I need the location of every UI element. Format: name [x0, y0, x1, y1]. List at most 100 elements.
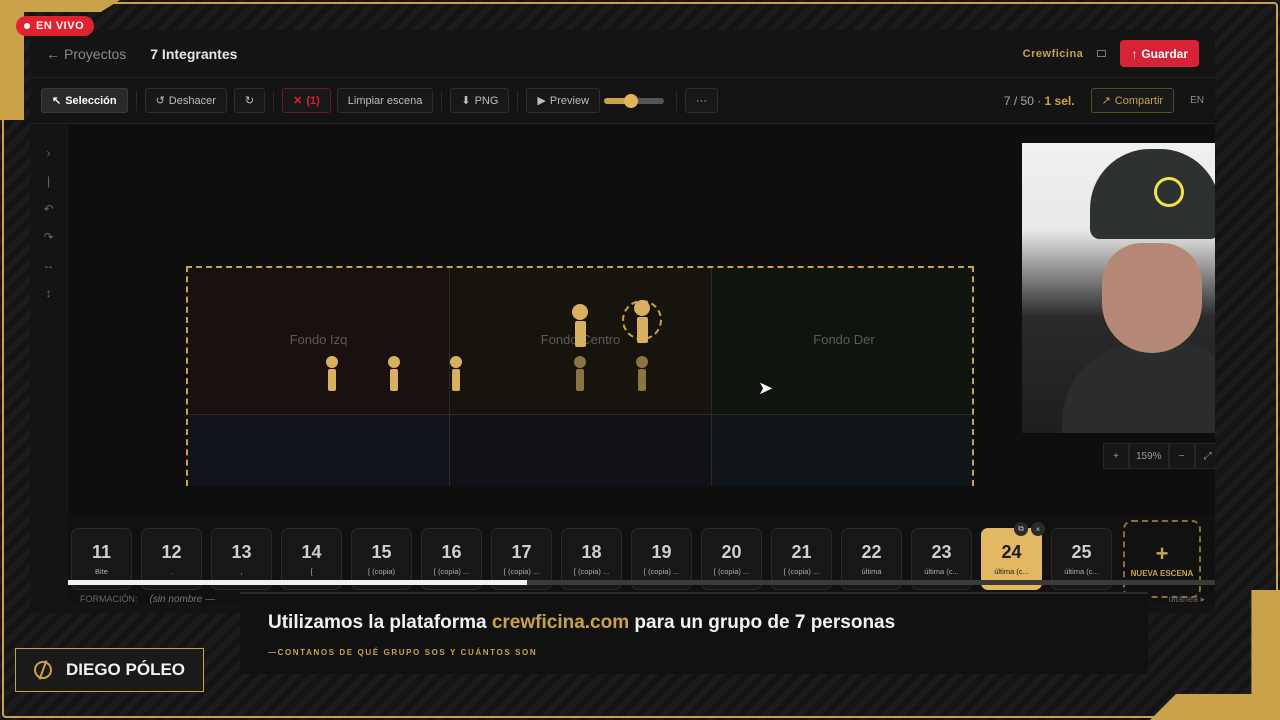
- zone-label: Fondo Izq: [289, 332, 348, 347]
- export-png-button[interactable]: ⬇ PNG: [450, 88, 510, 113]
- counter-text: 7 / 50 ·: [1003, 93, 1045, 108]
- scene-number: 17: [511, 542, 532, 562]
- formation-right-text: ultánea ▸: [1168, 593, 1205, 604]
- performer-marker[interactable]: [326, 356, 338, 391]
- close-icon: ✕: [293, 95, 303, 107]
- plus-icon: +: [1155, 540, 1169, 566]
- zoom-in-button[interactable]: +: [1103, 443, 1129, 469]
- performer-marker[interactable]: [574, 356, 586, 391]
- pointer-icon: ↖: [52, 95, 62, 107]
- lower-third-title: Utilizamos la plataforma crewficina.com …: [268, 612, 895, 634]
- scene-number: 21: [791, 542, 812, 562]
- delete-selection-button[interactable]: ✕ (1): [282, 88, 331, 113]
- undo-button[interactable]: ↺ Deshacer: [144, 88, 227, 113]
- title-highlight: crewficina.com: [491, 612, 630, 633]
- scene-name: [ (copia) ...: [783, 567, 820, 576]
- scene-number: 19: [651, 542, 672, 562]
- stage-area[interactable]: Fondo Izq Fondo Centro Fondo Der ➤: [186, 266, 974, 486]
- fullscreen-icon[interactable]: ⤢: [1194, 443, 1215, 469]
- save-label: Guardar: [1141, 46, 1188, 61]
- scene-name: última (c...: [1064, 567, 1099, 576]
- toolbar-divider: [676, 90, 678, 111]
- zone-front-right[interactable]: [712, 415, 972, 486]
- zone-front-left[interactable]: [188, 415, 450, 486]
- slider-handle[interactable]: [624, 93, 639, 108]
- undo-icon: ↺: [155, 95, 165, 107]
- scene-name: ,: [240, 567, 243, 576]
- formation-name[interactable]: (sin nombre —: [150, 594, 216, 605]
- webcam-feed: [1022, 143, 1215, 433]
- project-title: 7 Integrantes: [150, 45, 238, 62]
- clear-scene-button[interactable]: Limpiar escena: [336, 88, 434, 113]
- live-badge: EN VIVO: [16, 16, 95, 36]
- zone-fondo-der[interactable]: Fondo Der: [712, 268, 972, 415]
- zoom-slider[interactable]: [604, 93, 665, 108]
- scene-number: 14: [301, 542, 322, 562]
- toolbar-divider: [441, 90, 443, 111]
- zone-label: Fondo Der: [813, 332, 875, 347]
- scene-progress-bar[interactable]: [68, 580, 1215, 585]
- scene-number: 20: [721, 542, 742, 562]
- scene-number: 13: [231, 542, 252, 562]
- performer-marker[interactable]: [636, 356, 648, 391]
- monitor-icon[interactable]: [1097, 50, 1107, 57]
- scene-name: última (c...: [994, 567, 1029, 576]
- zoom-out-button[interactable]: −: [1168, 443, 1195, 469]
- scene-name: [: [310, 567, 313, 576]
- new-scene-label: NUEVA ESCENA: [1130, 568, 1194, 578]
- performer-marker[interactable]: [450, 356, 462, 391]
- scene-name: [ (copia) ...: [573, 567, 610, 576]
- rotate-right-icon[interactable]: ↷: [30, 223, 67, 251]
- save-button[interactable]: ↑ Guardar: [1120, 40, 1199, 67]
- formation-label: FORMACIÓN:: [80, 594, 138, 604]
- side-toolbar: › | ↶ ↷ ↔ ↕: [30, 125, 68, 515]
- app-header: ← Proyectos 7 Integrantes Crewficina ↑ G…: [30, 30, 1215, 78]
- chevron-right-icon[interactable]: ›: [30, 139, 67, 167]
- stage-canvas[interactable]: Fondo Izq Fondo Centro Fondo Der ➤ + 159…: [68, 125, 1215, 515]
- toolbar: ↖ Selección ↺ Deshacer ↻ ✕ (1) Limpiar e…: [30, 78, 1215, 124]
- scene-number: 18: [581, 542, 602, 562]
- zoom-level: 159%: [1129, 443, 1169, 469]
- presenter-name: DIEGO PÓLEO: [66, 660, 186, 679]
- more-options-button[interactable]: ···: [685, 88, 719, 113]
- undo-label: Deshacer: [168, 94, 216, 107]
- preview-button[interactable]: ▶ Preview: [526, 88, 601, 113]
- webcam-cap: [1090, 149, 1215, 239]
- performer-marker[interactable]: [572, 304, 588, 347]
- download-icon: ⬇: [461, 95, 471, 107]
- scene-name: .: [170, 567, 173, 576]
- scene-number: 15: [371, 542, 392, 562]
- divider-icon: |: [46, 174, 51, 188]
- scene-number: 12: [161, 542, 182, 562]
- zone-front-center[interactable]: [450, 415, 712, 486]
- arrow-left-icon: ←: [46, 45, 60, 62]
- scene-name: [ (copia) ...: [433, 567, 470, 576]
- toolbar-divider: [273, 90, 275, 111]
- duplicate-scene-icon[interactable]: ⧉: [1014, 522, 1028, 536]
- performer-marker[interactable]: [388, 356, 400, 391]
- flip-horizontal-icon[interactable]: ↔: [30, 251, 67, 279]
- progress-fill: [68, 580, 527, 585]
- redo-button[interactable]: ↻: [233, 88, 266, 113]
- share-button[interactable]: ↗ Compartir: [1090, 88, 1175, 113]
- rotate-left-icon[interactable]: ↶: [30, 195, 67, 223]
- webcam-person: [1062, 343, 1215, 433]
- scene-name: [ (copia): [367, 567, 396, 576]
- scene-name: [ (copia) ...: [503, 567, 540, 576]
- lower-third: Utilizamos la plataforma crewficina.com …: [240, 592, 1148, 674]
- select-tool-button[interactable]: ↖ Selección: [41, 88, 128, 113]
- zoom-controls: + 159% − ⤢: [1103, 443, 1215, 469]
- app-window: ← Proyectos 7 Integrantes Crewficina ↑ G…: [30, 30, 1215, 613]
- language-toggle[interactable]: EN: [1190, 95, 1204, 106]
- back-to-projects-link[interactable]: ← Proyectos: [46, 46, 126, 62]
- scene-name: última: [861, 567, 882, 576]
- zone-fondo-izq[interactable]: Fondo Izq: [188, 268, 450, 415]
- delete-scene-icon[interactable]: ×: [1031, 522, 1045, 536]
- toolbar-divider: [135, 90, 137, 111]
- brand-name: Crewficina: [1022, 47, 1084, 60]
- lower-third-subtitle: —CONTANOS DE QUÉ GRUPO SOS Y CUÁNTOS SON: [268, 648, 538, 657]
- scene-name: Bite: [95, 567, 108, 576]
- flip-vertical-icon[interactable]: ↕: [30, 279, 67, 307]
- title-part: Utilizamos la plataforma: [268, 612, 492, 633]
- performer-marker-selected[interactable]: [634, 300, 650, 343]
